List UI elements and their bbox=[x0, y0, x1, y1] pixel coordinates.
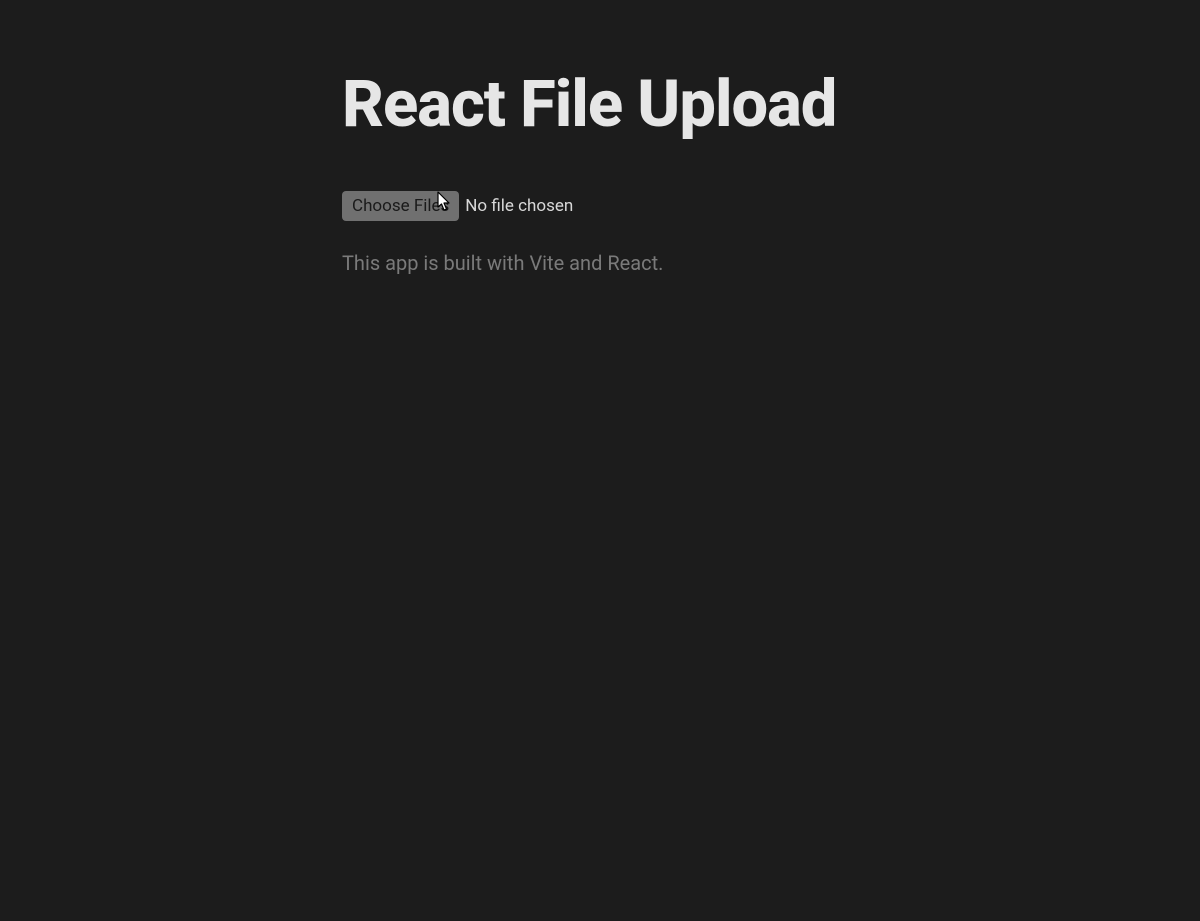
file-input-row: Choose Files No file chosen bbox=[342, 191, 836, 221]
main-container: React File Upload Choose Files No file c… bbox=[342, 65, 836, 277]
page-title: React File Upload bbox=[342, 65, 836, 143]
app-description: This app is built with Vite and React. bbox=[342, 249, 836, 277]
choose-files-button[interactable]: Choose Files bbox=[342, 191, 459, 221]
file-status-text: No file chosen bbox=[465, 196, 573, 216]
